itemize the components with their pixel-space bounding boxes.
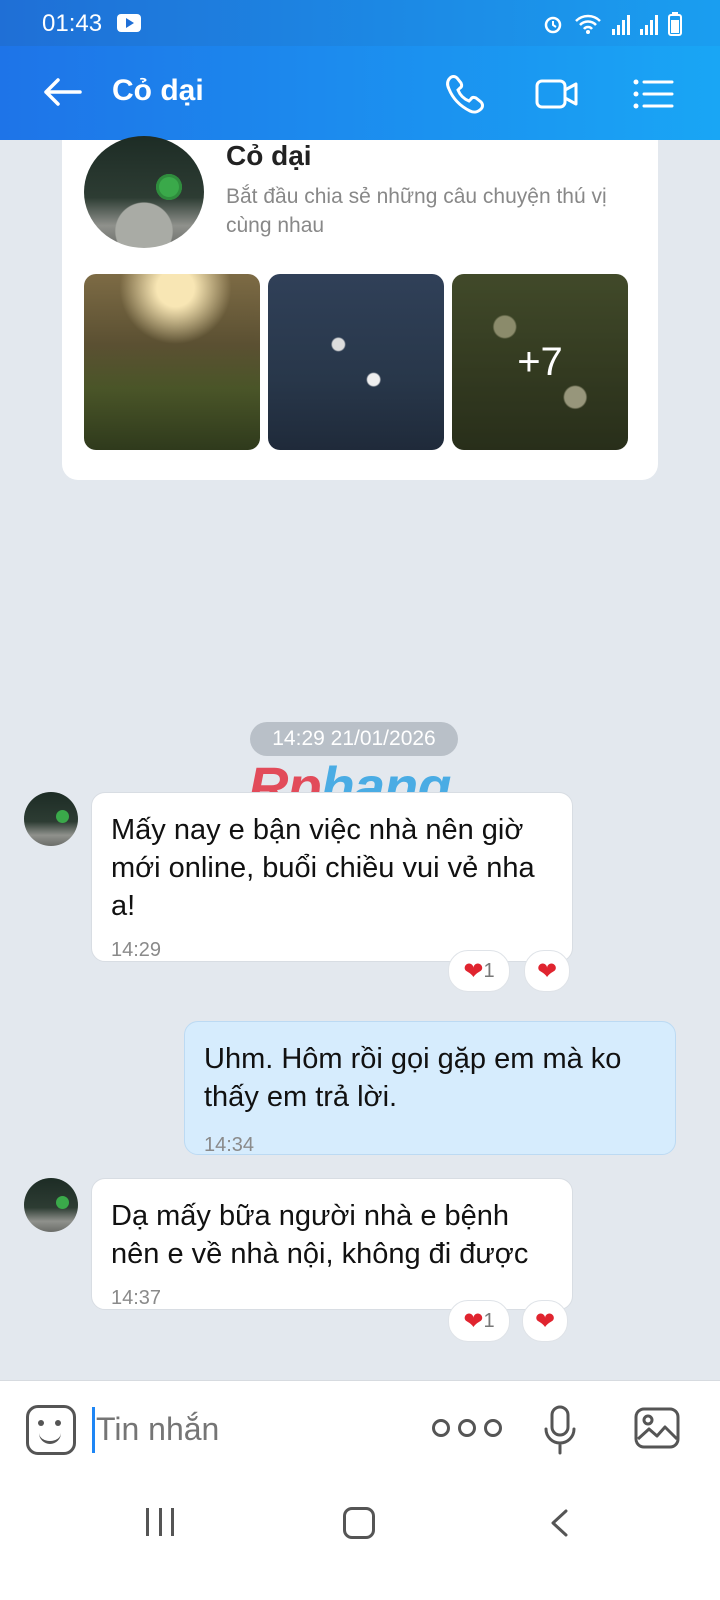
system-navigation-bar bbox=[0, 1480, 720, 1600]
outgoing-message-bubble[interactable]: Uhm. Hôm rồi gọi gặp em mà ko thấy em tr… bbox=[184, 1021, 676, 1156]
wifi-icon bbox=[575, 14, 601, 34]
youtube-notification-icon bbox=[117, 14, 141, 32]
message-text: Uhm. Hôm rồi gọi gặp em mà ko thấy em tr… bbox=[204, 1043, 622, 1113]
home-icon[interactable] bbox=[343, 1507, 375, 1539]
message-time: 14:37 bbox=[111, 1287, 162, 1309]
recent-apps-icon[interactable] bbox=[146, 1508, 174, 1536]
profile-card[interactable]: Cỏ dại Bắt đầu chia sẻ những câu chuyện … bbox=[62, 136, 658, 480]
status-time: 01:43 bbox=[42, 10, 103, 37]
chat-header: Cỏ dại bbox=[0, 46, 720, 140]
photo-thumbnail[interactable] bbox=[84, 274, 260, 450]
status-icons bbox=[542, 12, 682, 36]
alarm-icon bbox=[544, 16, 562, 34]
message-composer bbox=[0, 1380, 720, 1481]
photo-thumbnail[interactable]: +7 bbox=[452, 274, 628, 450]
reaction-count-badge[interactable]: ❤ 1 bbox=[448, 1300, 510, 1342]
incoming-message-bubble[interactable]: Mấy nay e bận việc nhà nên giờ mới onlin… bbox=[91, 792, 573, 962]
message-text: Mấy nay e bận việc nhà nên giờ mới onlin… bbox=[111, 814, 535, 922]
video-call-icon[interactable] bbox=[534, 72, 580, 116]
photo-thumbnail[interactable] bbox=[268, 274, 444, 450]
phone-call-icon[interactable] bbox=[442, 72, 488, 116]
message-time: 14:34 bbox=[204, 1134, 255, 1156]
emoji-sticker-icon[interactable] bbox=[26, 1405, 76, 1455]
heart-icon: ❤ bbox=[463, 957, 484, 985]
signal-icon bbox=[640, 13, 658, 35]
message-time: 14:29 bbox=[111, 939, 162, 961]
battery-icon bbox=[668, 12, 682, 36]
contact-avatar-small[interactable] bbox=[24, 792, 78, 846]
image-gallery-icon[interactable] bbox=[634, 1407, 680, 1449]
signal-icon bbox=[612, 13, 630, 35]
incoming-message-bubble[interactable]: Dạ mấy bữa người nhà e bệnh nên e về nhà… bbox=[91, 1178, 573, 1310]
clover-image bbox=[156, 174, 182, 200]
more-photos-count[interactable]: +7 bbox=[452, 274, 628, 450]
message-text: Dạ mấy bữa người nhà e bệnh nên e về nhà… bbox=[111, 1200, 529, 1270]
profile-description: Bắt đầu chia sẻ những câu chuyện thú vị … bbox=[226, 185, 607, 237]
menu-list-icon[interactable] bbox=[630, 72, 676, 116]
heart-icon: ❤ bbox=[536, 957, 558, 985]
status-bar: 01:43 bbox=[0, 0, 720, 46]
react-heart-button[interactable]: ❤ bbox=[522, 1300, 568, 1342]
text-cursor bbox=[92, 1407, 95, 1453]
more-options-icon[interactable] bbox=[432, 1419, 502, 1437]
contact-avatar-small[interactable] bbox=[24, 1178, 78, 1232]
system-back-icon[interactable] bbox=[548, 1508, 570, 1538]
heart-icon: ❤ bbox=[463, 1307, 484, 1335]
chat-title[interactable]: Cỏ dại bbox=[112, 74, 204, 108]
heart-icon: ❤ bbox=[534, 1307, 556, 1335]
react-heart-button[interactable]: ❤ bbox=[524, 950, 570, 992]
microphone-icon[interactable] bbox=[540, 1403, 580, 1459]
profile-name: Cỏ dại bbox=[226, 140, 312, 171]
message-input[interactable] bbox=[96, 1411, 396, 1448]
back-arrow-icon[interactable] bbox=[40, 72, 84, 112]
contact-avatar[interactable] bbox=[84, 136, 204, 248]
reaction-count-badge[interactable]: ❤ 1 bbox=[448, 950, 510, 992]
date-divider: 14:29 21/01/2026 bbox=[250, 722, 458, 756]
